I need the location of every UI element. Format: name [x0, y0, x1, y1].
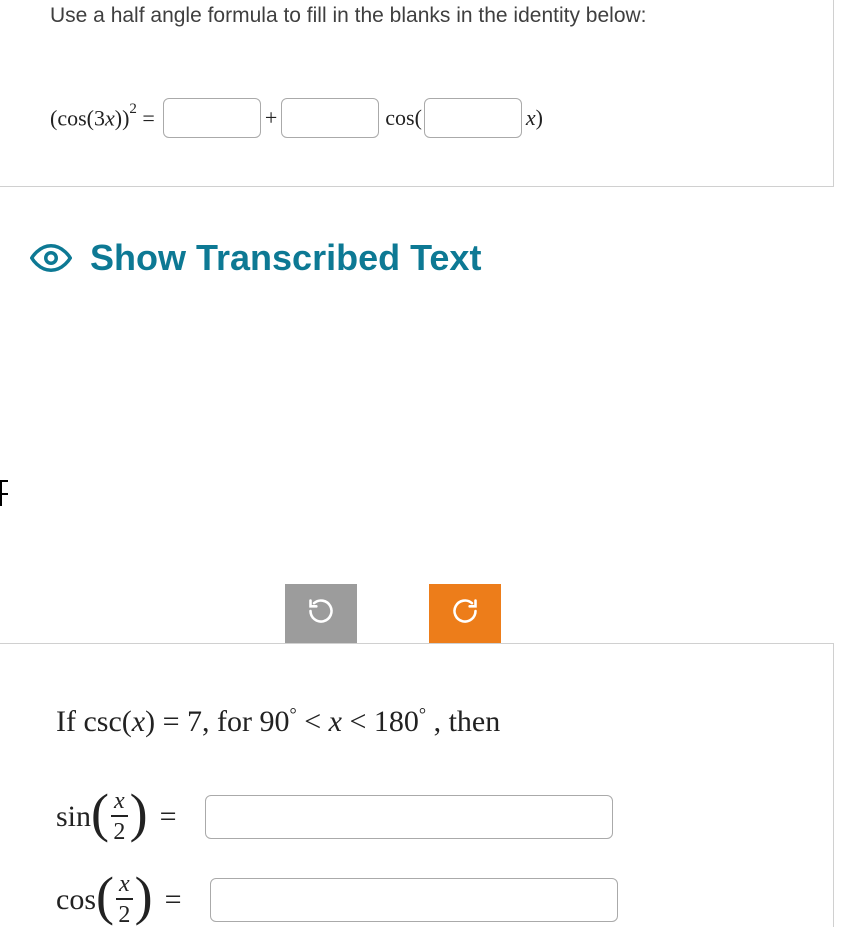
q1-close-paren: ): [536, 105, 543, 131]
undo-button[interactable]: [285, 584, 357, 643]
show-transcribed-label: Show Transcribed Text: [90, 237, 481, 279]
q1-plus: +: [265, 105, 277, 131]
open-paren: (: [96, 875, 114, 918]
q2-sin-answer-input[interactable]: [205, 795, 613, 839]
q1-equation: (cos(3x))2 = + cos( x ): [50, 98, 833, 138]
open-paren: (: [91, 792, 109, 835]
equals-sign: =: [160, 800, 177, 834]
q1-instruction-text: Use a half angle formula to fill in the …: [50, 0, 833, 28]
button-row: [0, 584, 845, 643]
close-paren: ): [135, 875, 153, 918]
fraction-x-over-2: x 2: [116, 872, 133, 927]
equals-sign: =: [165, 883, 182, 917]
q1-cos-open: cos(: [385, 105, 422, 131]
redo-icon: [451, 597, 479, 630]
q2-cos-label: cos: [56, 883, 96, 917]
ruler-tick: [0, 480, 8, 506]
question2-container: If csc(x) = 7, for 90° < x < 180° , then…: [0, 643, 834, 927]
fraction-x-over-2: x 2: [111, 789, 128, 844]
undo-icon: [307, 597, 335, 630]
q1-blank-3[interactable]: [424, 98, 522, 138]
q2-cos-row: cos ( x 2 ) =: [56, 872, 833, 927]
redo-button[interactable]: [429, 584, 501, 643]
close-paren: ): [130, 792, 148, 835]
q1-blank-1[interactable]: [163, 98, 261, 138]
question1-container: Use a half angle formula to fill in the …: [0, 0, 834, 187]
q2-cos-answer-input[interactable]: [210, 878, 618, 922]
eye-icon: [30, 237, 72, 279]
show-transcribed-toggle[interactable]: Show Transcribed Text: [30, 237, 845, 279]
q1-blank-2[interactable]: [281, 98, 379, 138]
q2-sin-row: sin ( x 2 ) =: [56, 789, 833, 844]
q2-condition-text: If csc(x) = 7, for 90° < x < 180° , then: [56, 704, 833, 739]
q2-sin-label: sin: [56, 800, 91, 834]
q1-lhs: (cos(3x))2 =: [50, 105, 155, 131]
q1-var-x: x: [526, 105, 536, 131]
